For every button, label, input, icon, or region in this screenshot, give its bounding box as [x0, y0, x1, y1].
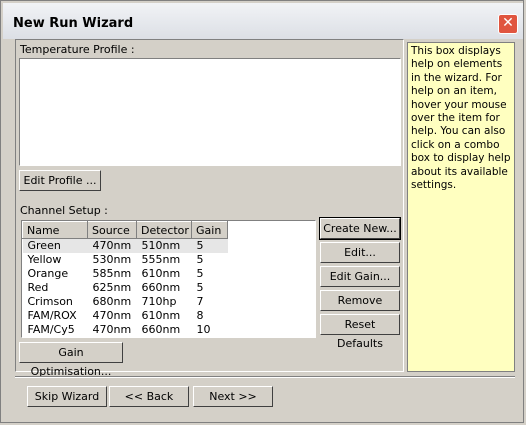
back-button[interactable]: << Back	[109, 386, 189, 407]
create-new-button[interactable]: Create New...	[319, 217, 401, 240]
table-row[interactable]: FAM/ROX 470nm 610nm 8	[23, 309, 228, 323]
reset-defaults-button[interactable]: Reset Defaults	[320, 314, 400, 350]
column-header-name[interactable]: Name	[22, 221, 88, 239]
edit-button[interactable]: Edit...	[320, 242, 400, 263]
temperature-profile-box[interactable]	[19, 58, 401, 166]
help-text: This box displays help on elements in th…	[411, 45, 511, 192]
table-row[interactable]: Green 470nm 510nm 5	[22, 238, 228, 253]
table-row[interactable]: Crimson 680nm 710hp 7	[23, 295, 228, 309]
table-row[interactable]: Yellow 530nm 555nm 5	[23, 253, 228, 267]
next-button[interactable]: Next >>	[193, 386, 273, 407]
close-icon[interactable]: ✕	[498, 14, 518, 34]
channel-setup-label: Channel Setup :	[20, 204, 108, 217]
gain-optimisation-button[interactable]: Gain Optimisation...	[19, 342, 123, 378]
edit-gain-button[interactable]: Edit Gain...	[320, 266, 400, 287]
window-title: New Run Wizard	[13, 16, 134, 31]
column-header-source[interactable]: Source	[87, 221, 137, 239]
temperature-profile-label: Temperature Profile :	[20, 43, 135, 56]
new-run-wizard-window: New Run Wizard ✕ Temperature Profile : E…	[0, 0, 524, 423]
remove-button[interactable]: Remove	[320, 290, 400, 311]
table-row[interactable]: FAM/Cy5 470nm 660nm 10	[23, 323, 228, 337]
column-header-gain[interactable]: Gain	[191, 221, 228, 239]
help-box: This box displays help on elements in th…	[407, 42, 515, 372]
title-bar[interactable]: New Run Wizard ✕	[3, 3, 523, 39]
channel-list[interactable]: Name Source Detector Gain Green 470nm 510n…	[21, 220, 316, 338]
table-row[interactable]: Orange 585nm 610nm 5	[23, 267, 228, 281]
skip-wizard-button[interactable]: Skip Wizard	[27, 386, 107, 407]
edit-profile-button[interactable]: Edit Profile ...	[19, 170, 101, 191]
separator	[15, 376, 515, 378]
column-header-detector[interactable]: Detector	[136, 221, 192, 239]
table-row[interactable]: Red 625nm 660nm 5	[23, 281, 228, 295]
